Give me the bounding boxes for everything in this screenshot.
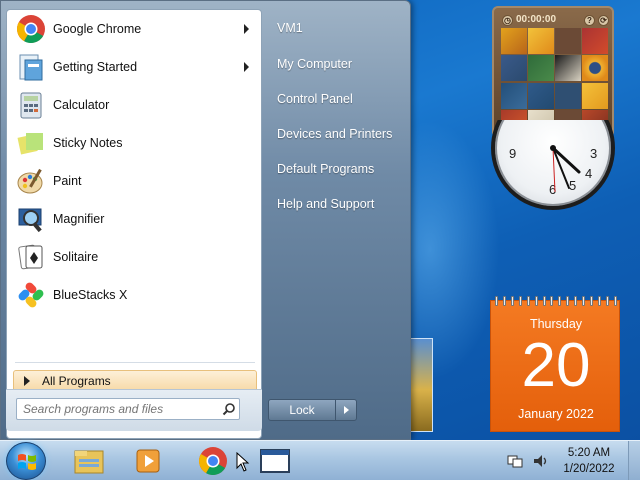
puzzle-tile[interactable] bbox=[582, 82, 608, 109]
calendar-rings bbox=[495, 296, 617, 306]
puzzle-tile[interactable] bbox=[555, 55, 581, 82]
program-item-getting-started[interactable]: Getting Started bbox=[7, 48, 261, 86]
program-item-calculator[interactable]: Calculator bbox=[7, 86, 261, 124]
sticky-notes-icon bbox=[15, 127, 47, 159]
program-label: Calculator bbox=[53, 98, 110, 112]
program-label: Sticky Notes bbox=[53, 136, 123, 150]
right-item-devices-and-printers[interactable]: Devices and Printers bbox=[265, 117, 405, 152]
lock-button[interactable]: Lock bbox=[268, 399, 336, 421]
taskbar-window-button[interactable] bbox=[252, 443, 298, 479]
calendar-day-name: Thursday bbox=[529, 317, 583, 331]
start-button[interactable] bbox=[6, 442, 46, 480]
show-desktop-button[interactable] bbox=[628, 441, 640, 480]
program-item-solitaire[interactable]: Solitaire bbox=[7, 238, 261, 276]
puzzle-tile[interactable] bbox=[501, 55, 527, 82]
system-tray bbox=[500, 441, 550, 480]
puzzle-timer: 00:00:00 bbox=[516, 13, 557, 25]
right-item-my-computer[interactable]: My Computer bbox=[265, 47, 405, 82]
picture-puzzle-gadget: ◷ 00:00:00 ? ⟳ bbox=[492, 6, 614, 138]
magnifier-icon bbox=[15, 203, 47, 235]
puzzle-tile[interactable] bbox=[528, 55, 554, 82]
puzzle-clock-icon[interactable]: ◷ bbox=[502, 15, 513, 26]
chevron-right-icon bbox=[343, 406, 349, 414]
getting-started-icon bbox=[15, 51, 47, 83]
folder-icon bbox=[74, 450, 104, 474]
paint-icon bbox=[15, 165, 47, 197]
bluestacks-icon bbox=[15, 279, 47, 311]
program-label: Paint bbox=[53, 174, 82, 188]
taskbar-media-player-button[interactable] bbox=[126, 443, 172, 479]
all-programs-arrow-icon bbox=[24, 376, 30, 386]
search-icon[interactable] bbox=[219, 399, 239, 419]
calculator-icon bbox=[15, 89, 47, 121]
program-item-sticky-notes[interactable]: Sticky Notes bbox=[7, 124, 261, 162]
chrome-icon bbox=[199, 447, 227, 475]
right-item-control-panel[interactable]: Control Panel bbox=[265, 82, 405, 117]
right-item-default-programs[interactable]: Default Programs bbox=[265, 152, 405, 187]
start-menu-programs-pane: Google Chrome Getting Started Calculator… bbox=[6, 9, 262, 439]
program-item-bluestacks-x[interactable]: BlueStacks X bbox=[7, 276, 261, 314]
taskbar-explorer-button[interactable] bbox=[66, 443, 112, 479]
windows-logo-icon bbox=[18, 454, 36, 470]
separator bbox=[15, 362, 255, 363]
puzzle-tile[interactable] bbox=[555, 82, 581, 109]
taskbar-time: 5:20 AM bbox=[567, 447, 611, 459]
desktop-window-thumbnail bbox=[409, 338, 433, 432]
clock-gadget: 9 3 6 5 4 bbox=[491, 120, 615, 210]
puzzle-tile[interactable] bbox=[501, 82, 527, 109]
program-item-magnifier[interactable]: Magnifier bbox=[7, 200, 261, 238]
program-item-paint[interactable]: Paint bbox=[7, 162, 261, 200]
puzzle-tile[interactable] bbox=[528, 28, 554, 54]
start-menu-places-pane: VM1 My Computer Control Panel Devices an… bbox=[265, 9, 405, 222]
program-label: Google Chrome bbox=[53, 22, 142, 36]
puzzle-shuffle-icon[interactable]: ⟳ bbox=[598, 15, 609, 26]
window-icon bbox=[260, 449, 290, 473]
all-programs-label: All Programs bbox=[42, 374, 111, 388]
network-icon[interactable] bbox=[506, 452, 524, 470]
pinned-programs-list: Google Chrome Getting Started Calculator… bbox=[7, 10, 261, 314]
program-item-google-chrome[interactable]: Google Chrome bbox=[7, 10, 261, 48]
puzzle-toolbar: ◷ 00:00:00 ? ⟳ bbox=[500, 11, 609, 27]
taskbar-date: 1/20/2022 bbox=[563, 463, 615, 475]
mouse-cursor-icon bbox=[236, 451, 250, 475]
clock-numeral: 9 bbox=[509, 146, 516, 161]
taskbar: 5:20 AM 1/20/2022 bbox=[0, 440, 640, 480]
clock-numeral: 3 bbox=[590, 146, 597, 161]
search-input[interactable] bbox=[17, 400, 219, 418]
shutdown-options-button[interactable] bbox=[335, 399, 357, 421]
puzzle-tile[interactable] bbox=[582, 28, 608, 54]
solitaire-icon bbox=[15, 241, 47, 273]
puzzle-tile[interactable] bbox=[528, 82, 554, 109]
submenu-arrow-icon[interactable] bbox=[244, 62, 249, 72]
puzzle-help-icon[interactable]: ? bbox=[584, 15, 595, 26]
calendar-gadget: Thursday 20 January 2022 bbox=[490, 296, 620, 432]
start-menu: Google Chrome Getting Started Calculator… bbox=[0, 0, 411, 440]
program-label: BlueStacks X bbox=[53, 288, 128, 302]
calendar-month-year: January 2022 bbox=[518, 407, 594, 421]
program-label: Magnifier bbox=[53, 212, 105, 226]
puzzle-tile[interactable] bbox=[501, 28, 527, 54]
calendar-day-number: 20 bbox=[521, 331, 591, 400]
program-label: Getting Started bbox=[53, 60, 138, 74]
volume-icon[interactable] bbox=[532, 452, 550, 470]
right-item-vm1[interactable]: VM1 bbox=[265, 9, 405, 47]
program-label: Solitaire bbox=[53, 250, 99, 264]
submenu-arrow-icon[interactable] bbox=[244, 24, 249, 34]
puzzle-tile[interactable] bbox=[555, 28, 581, 54]
clock-numeral: 4 bbox=[585, 166, 592, 181]
clock-hub bbox=[550, 145, 556, 151]
chrome-icon bbox=[15, 13, 47, 45]
puzzle-tile[interactable] bbox=[582, 55, 608, 82]
clock-numeral: 5 bbox=[569, 178, 576, 193]
media-player-icon bbox=[136, 449, 160, 473]
taskbar-clock[interactable]: 5:20 AM 1/20/2022 bbox=[552, 445, 626, 477]
taskbar-chrome-button[interactable] bbox=[190, 443, 236, 479]
search-box bbox=[16, 398, 240, 420]
clock-face: 9 3 6 5 4 bbox=[491, 120, 615, 210]
right-item-help-and-support[interactable]: Help and Support bbox=[265, 187, 405, 222]
